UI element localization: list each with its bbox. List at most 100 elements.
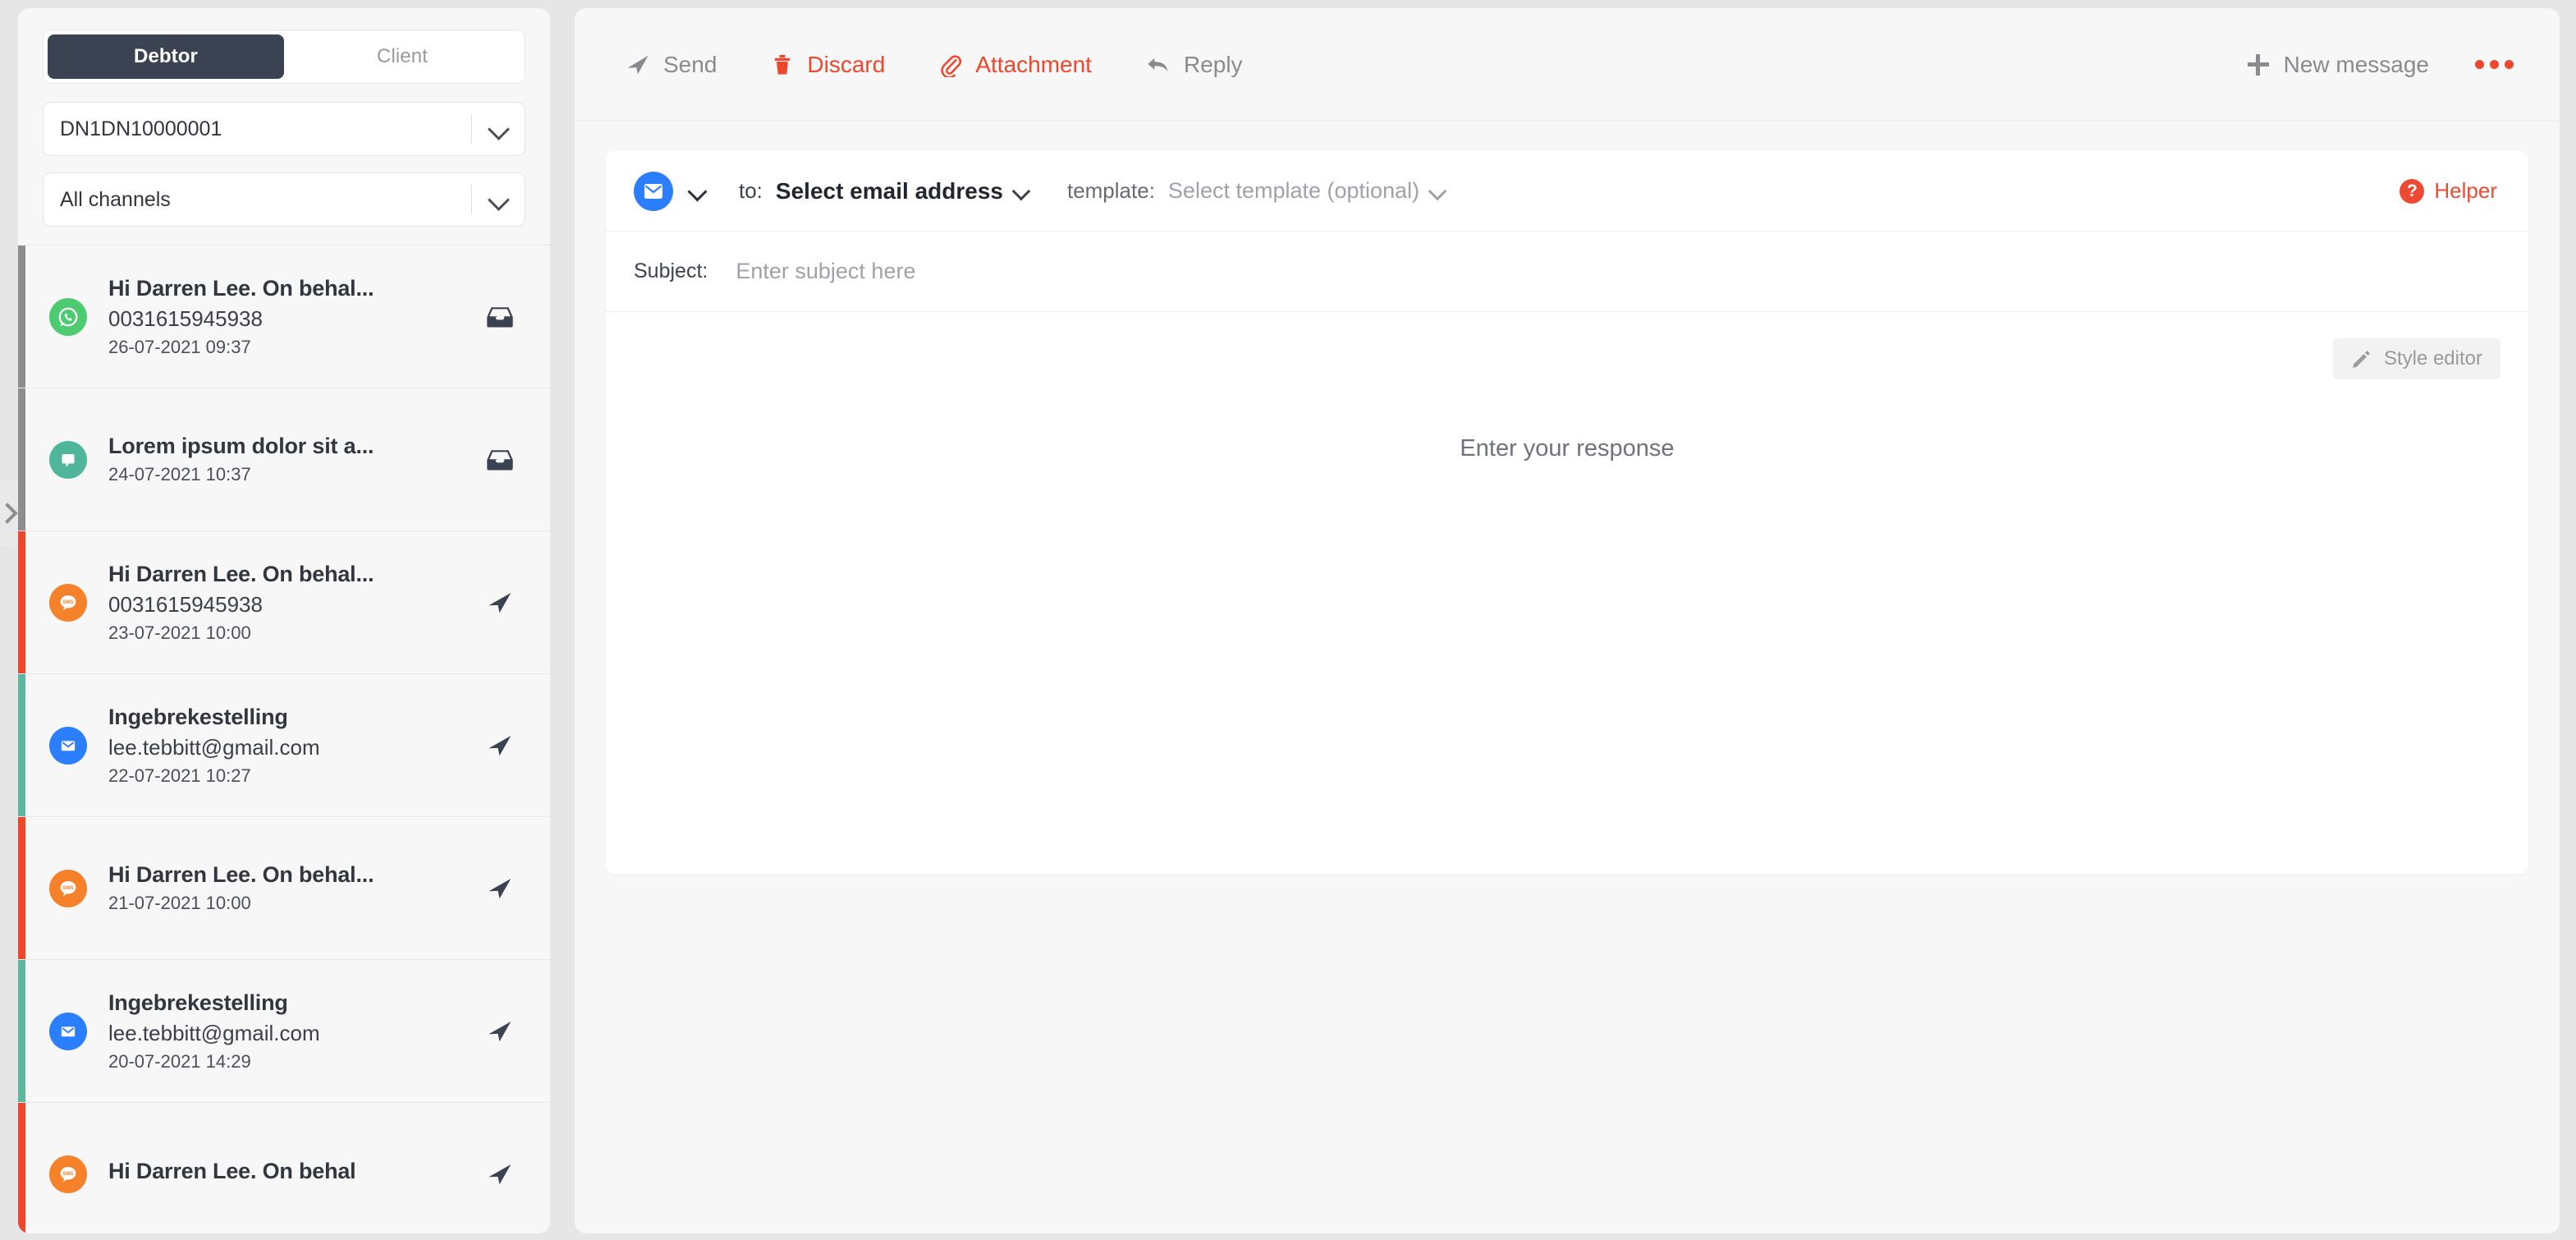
svg-text:SMS: SMS: [62, 599, 74, 604]
message-list-item[interactable]: Lorem ipsum dolor sit a... 24-07-2021 10:…: [18, 388, 550, 531]
subject-input[interactable]: [736, 259, 2497, 284]
sms-icon: SMS: [49, 869, 87, 907]
subject-row: Subject:: [606, 232, 2528, 312]
message-title: Hi Darren Lee. On behal...: [108, 561, 374, 586]
subject-label: Subject:: [634, 259, 708, 282]
reply-button[interactable]: Reply: [1146, 52, 1243, 78]
channel-accent-bar: [18, 246, 25, 388]
message-status-sent-icon[interactable]: [478, 1009, 522, 1054]
to-select-value[interactable]: Select email address: [776, 178, 1003, 204]
email-channel-icon[interactable]: [634, 171, 673, 211]
message-list-item[interactable]: SMS Hi Darren Lee. On behal... 21-07-2021 …: [18, 817, 550, 960]
svg-text:SMS: SMS: [62, 884, 74, 890]
channel-accent-bar: [18, 817, 25, 959]
attachment-button[interactable]: Attachment: [939, 52, 1092, 78]
pencil-icon: [2353, 351, 2370, 368]
sidebar-collapse-handle[interactable]: [0, 480, 18, 546]
template-select-value[interactable]: Select template (optional): [1168, 178, 1419, 204]
message-summary: Hi Darren Lee. On behal... 0031615945938 2…: [108, 276, 478, 358]
message-timestamp: 23-07-2021 10:00: [108, 622, 251, 643]
new-message-button[interactable]: New message: [2247, 51, 2429, 78]
message-list[interactable]: Hi Darren Lee. On behal... 0031615945938 2…: [18, 245, 550, 1233]
message-timestamp: 22-07-2021 10:27: [108, 765, 251, 786]
helper-link[interactable]: ? Helper: [2400, 178, 2497, 204]
discard-label: Discard: [807, 51, 886, 77]
plus-icon: [2247, 53, 2269, 76]
send-button[interactable]: Send: [626, 52, 717, 78]
message-status-sent-icon[interactable]: [478, 581, 522, 625]
more-options-button[interactable]: [2475, 60, 2514, 69]
message-timestamp: 24-07-2021 10:37: [108, 464, 251, 485]
message-title: Ingebrekestelling: [108, 990, 288, 1015]
compose-header: to: Select email address template: Selec…: [606, 151, 2528, 232]
to-chevron-down-icon[interactable]: [1015, 184, 1029, 199]
sms-icon: SMS: [49, 583, 87, 622]
compose-toolbar: Send Discard Attachment Reply New messag…: [575, 8, 2560, 122]
message-list-item[interactable]: SMS Hi Darren Lee. On behal: [18, 1103, 550, 1233]
chevron-down-icon: [490, 191, 508, 209]
tab-client[interactable]: Client: [284, 34, 520, 79]
message-list-item[interactable]: Ingebrekestelling lee.tebbitt@gmail.com 20…: [18, 960, 550, 1103]
editor-placeholder: Enter your response: [1460, 435, 1675, 462]
message-title: Hi Darren Lee. On behal...: [108, 275, 374, 301]
message-list-item[interactable]: Ingebrekestelling lee.tebbitt@gmail.com 22…: [18, 674, 550, 817]
dot: [2505, 60, 2514, 69]
message-summary: Hi Darren Lee. On behal... 0031615945938 2…: [108, 562, 478, 644]
message-list-item[interactable]: SMS Hi Darren Lee. On behal... 00316159459…: [18, 531, 550, 674]
case-select[interactable]: DN1DN10000001: [43, 102, 525, 156]
sidebar-header: Debtor Client DN1DN10000001 All channels: [18, 8, 550, 245]
dot: [2475, 60, 2484, 69]
message-summary: Ingebrekestelling lee.tebbitt@gmail.com 22…: [108, 705, 478, 787]
channel-chevron-down-icon[interactable]: [690, 183, 706, 200]
sms-icon: SMS: [49, 1155, 87, 1193]
divider: [471, 114, 472, 144]
compose-panel: Send Discard Attachment Reply New messag…: [575, 8, 2560, 1233]
message-status-sent-icon[interactable]: [478, 866, 522, 911]
message-recipient: 0031615945938: [108, 305, 263, 331]
message-status-sent-icon[interactable]: [478, 1152, 522, 1196]
email-icon: [49, 1012, 87, 1050]
message-summary: Lorem ipsum dolor sit a... 24-07-2021 10:…: [108, 434, 478, 485]
dot: [2490, 60, 2499, 69]
new-message-label: New message: [2283, 51, 2429, 77]
reply-label: Reply: [1183, 51, 1243, 77]
message-status-inbox-icon[interactable]: [478, 438, 522, 482]
channel-accent-bar: [18, 960, 25, 1102]
audience-tabs: Debtor Client: [43, 30, 525, 84]
message-summary: Hi Darren Lee. On behal: [108, 1159, 478, 1189]
email-icon: [49, 726, 87, 765]
divider: [471, 185, 472, 214]
channel-accent-bar: [18, 1103, 25, 1233]
to-label: to:: [739, 178, 763, 203]
channel-accent-bar: [18, 388, 25, 530]
message-title: Hi Darren Lee. On behal...: [108, 862, 374, 887]
message-list-item[interactable]: Hi Darren Lee. On behal... 0031615945938 2…: [18, 246, 550, 388]
message-title: Ingebrekestelling: [108, 704, 288, 729]
editor-body[interactable]: Style editor Enter your response: [606, 312, 2528, 874]
helper-label: Helper: [2434, 178, 2497, 203]
message-timestamp: 26-07-2021 09:37: [108, 336, 251, 357]
style-editor-button[interactable]: Style editor: [2332, 338, 2500, 379]
send-icon: [627, 55, 649, 74]
case-select-value: DN1DN10000001: [60, 117, 222, 140]
question-mark-icon: ?: [2400, 178, 2425, 204]
paperclip-icon: [941, 54, 962, 77]
message-summary: Ingebrekestelling lee.tebbitt@gmail.com 20…: [108, 990, 478, 1072]
message-timestamp: 21-07-2021 10:00: [108, 893, 251, 913]
trash-icon: [775, 54, 791, 75]
attachment-label: Attachment: [975, 51, 1092, 77]
message-summary: Hi Darren Lee. On behal... 21-07-2021 10:…: [108, 862, 478, 914]
message-status-inbox-icon[interactable]: [478, 295, 522, 339]
message-title: Hi Darren Lee. On behal: [108, 1159, 356, 1183]
message-title: Lorem ipsum dolor sit a...: [108, 434, 374, 458]
channel-select[interactable]: All channels: [43, 172, 525, 227]
discard-button[interactable]: Discard: [771, 52, 885, 78]
tab-debtor[interactable]: Debtor: [48, 34, 284, 79]
message-status-sent-icon[interactable]: [478, 723, 522, 768]
template-chevron-down-icon[interactable]: [1431, 184, 1446, 199]
svg-text:SMS: SMS: [62, 1170, 74, 1176]
message-recipient: lee.tebbitt@gmail.com: [108, 1020, 320, 1045]
messages-sidebar: Debtor Client DN1DN10000001 All channels…: [18, 8, 550, 1233]
toolbar-right: New message: [2247, 51, 2514, 78]
compose-card: to: Select email address template: Selec…: [606, 151, 2528, 874]
